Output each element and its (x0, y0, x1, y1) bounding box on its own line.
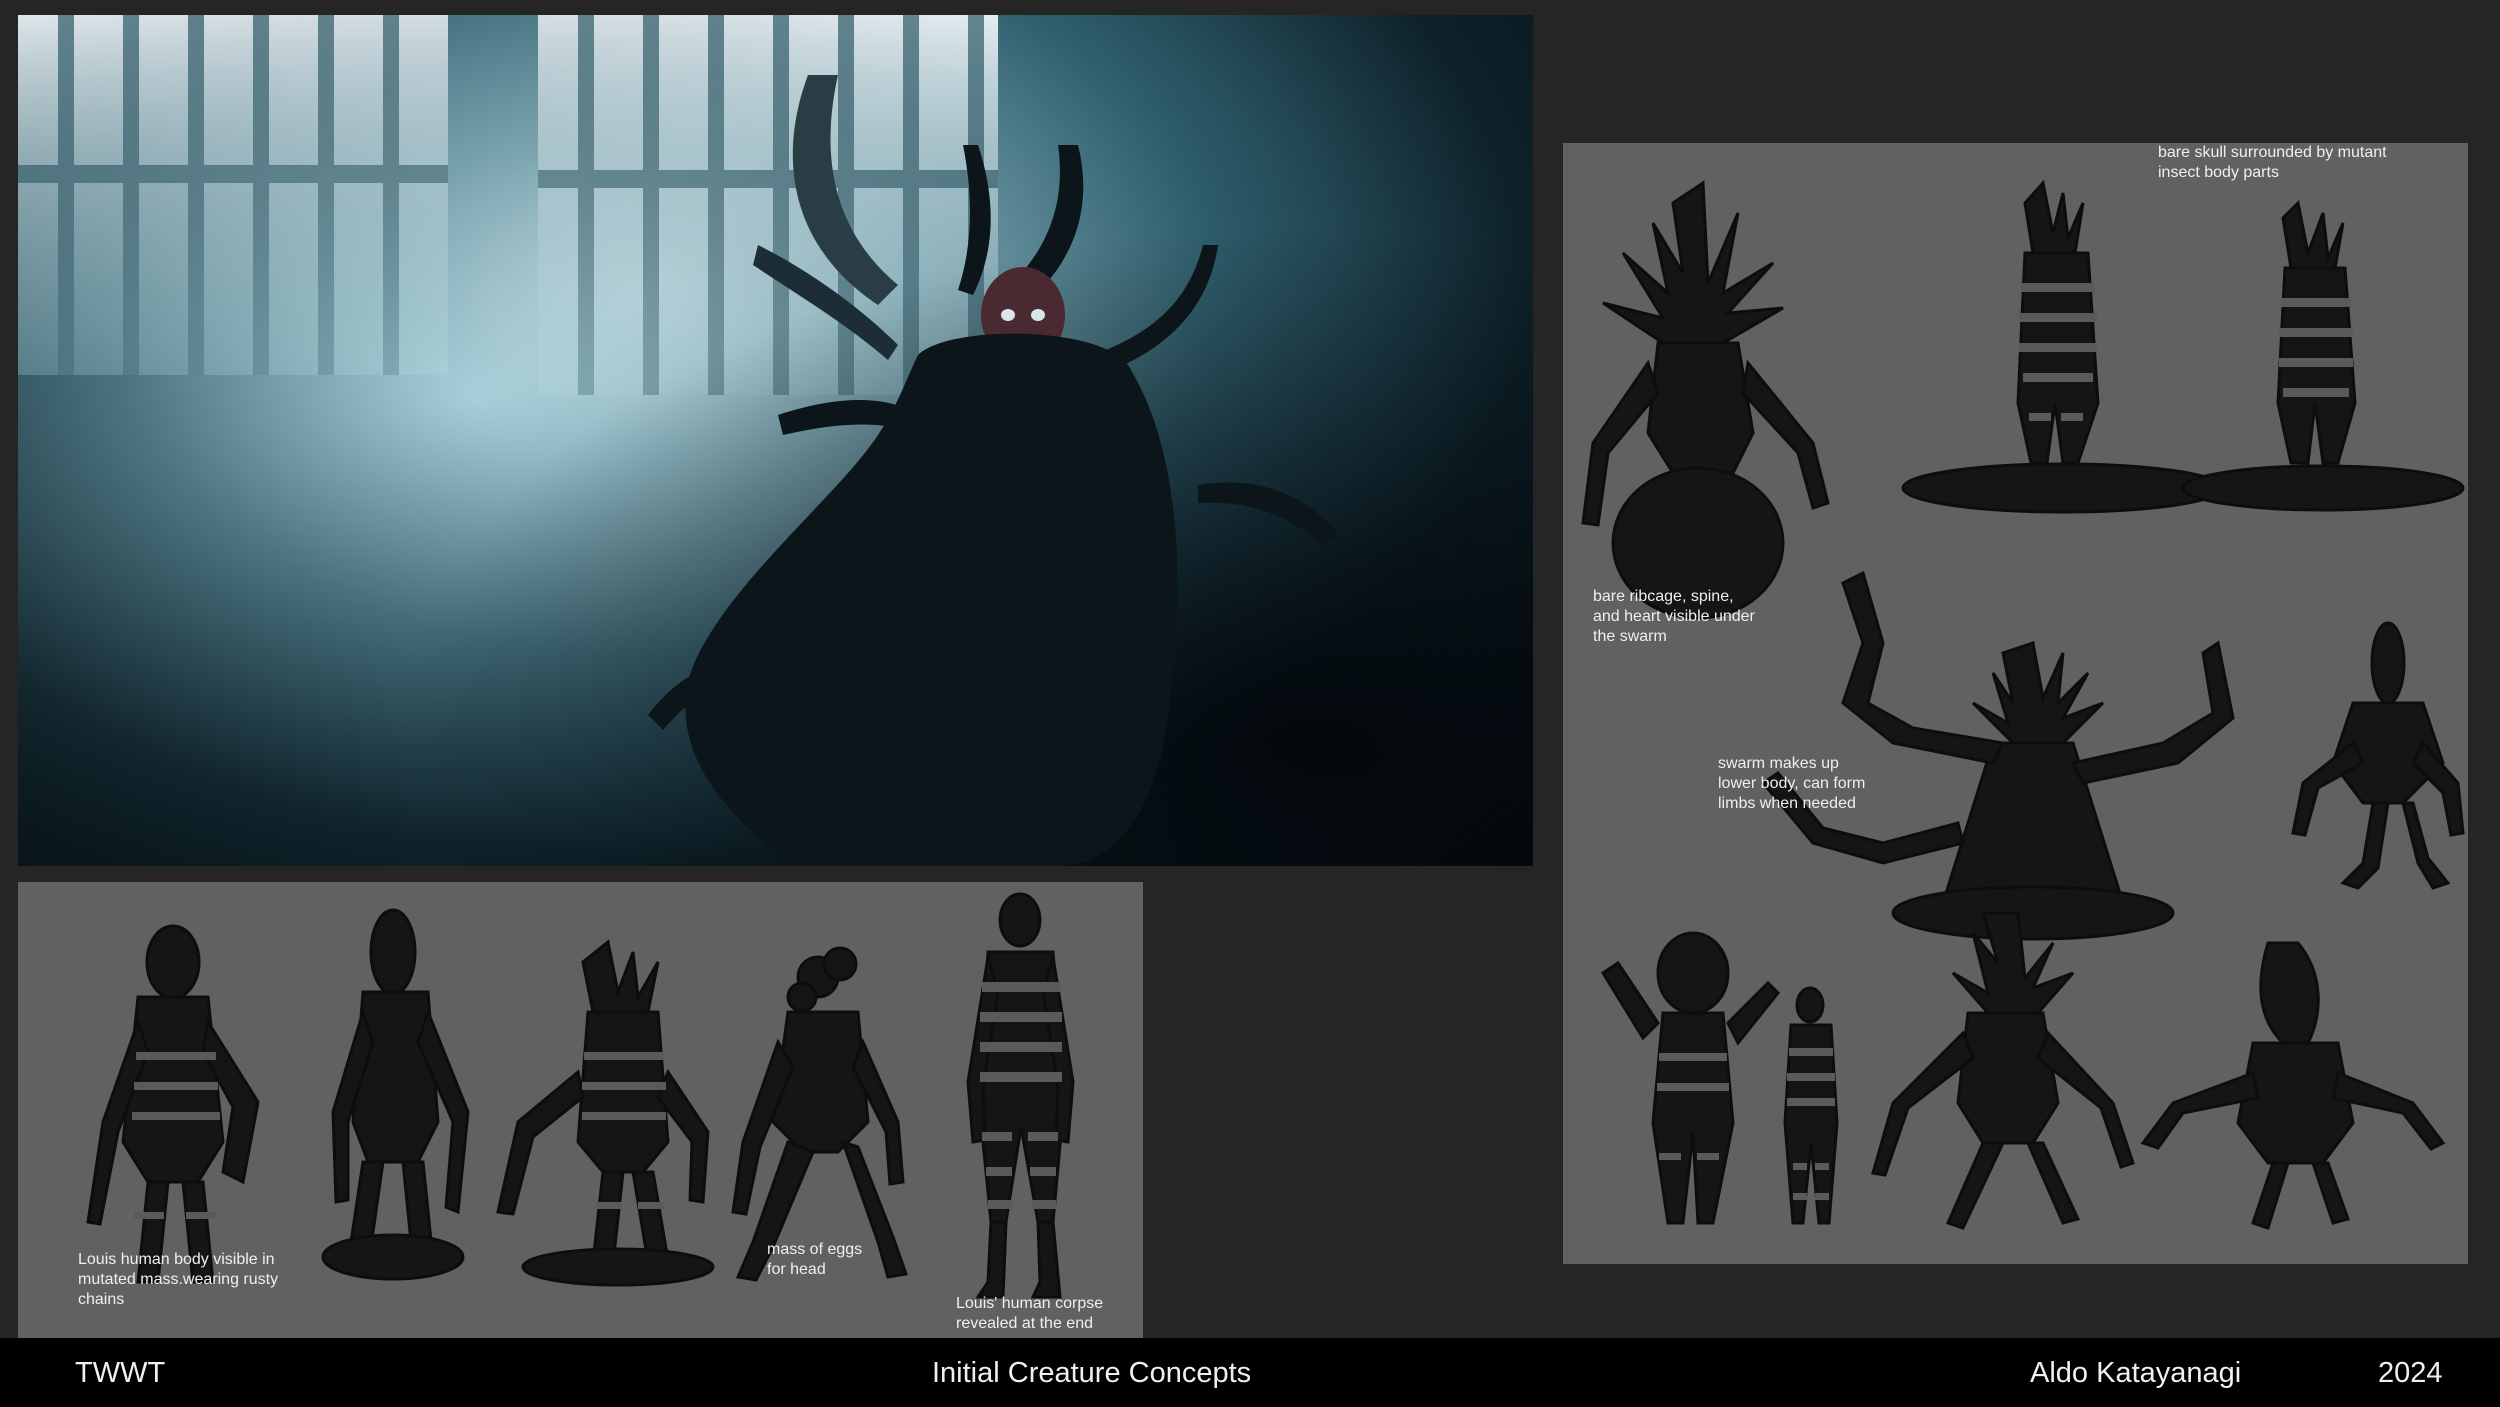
note-swarm-lower-body: swarm makes up lower body, can form limb… (1718, 755, 1866, 812)
sheet-title: Initial Creature Concepts (932, 1357, 1252, 1389)
note-louis-body: Louis human body visible in mutated mass… (78, 1251, 279, 1308)
sketch-insect-creature (2291, 621, 2465, 890)
year: 2024 (2378, 1357, 2443, 1389)
sketch-sheet-right: bare skull surrounded by mutant insect b… (1563, 143, 2468, 1264)
sketch-horned-mutant (2140, 941, 2446, 1230)
footer-bar: TWWT Initial Creature Concepts Aldo Kata… (0, 1338, 2500, 1407)
prison-cell-scene (18, 15, 1533, 866)
sketch-tall-mutant (1871, 911, 2135, 1230)
note-bare-ribcage: bare ribcage, spine, and heart visible u… (1593, 588, 1755, 645)
sketch-human-corpse (966, 892, 1075, 1299)
sketch-creature-2 (321, 908, 470, 1281)
sketch-creature-4 (731, 946, 909, 1282)
sketch-striped-figure-2 (2181, 199, 2465, 512)
sketch-creature-1 (86, 924, 260, 1284)
artist-name: Aldo Katayanagi (2030, 1357, 2242, 1389)
creature-sketches-grid (1581, 179, 2465, 1230)
note-human-corpse: Louis' human corpse revealed at the end (956, 1295, 1104, 1332)
sketch-swarm-skeleton (1581, 180, 1830, 620)
sketch-striped-figure-1 (1901, 179, 2225, 514)
note-mass-of-eggs: mass of eggs for head (767, 1241, 863, 1278)
sketch-sheet-bottom: Louis human body visible in mutated mass… (18, 882, 1143, 1338)
note-bare-skull: bare skull surrounded by mutant insect b… (2158, 144, 2387, 181)
project-code: TWWT (75, 1357, 166, 1389)
sketch-egg-head-creature (1600, 931, 1781, 1225)
sketch-creature-3 (496, 939, 715, 1287)
hero-render-image (18, 15, 1533, 866)
sketch-striped-prisoner (1783, 986, 1839, 1225)
